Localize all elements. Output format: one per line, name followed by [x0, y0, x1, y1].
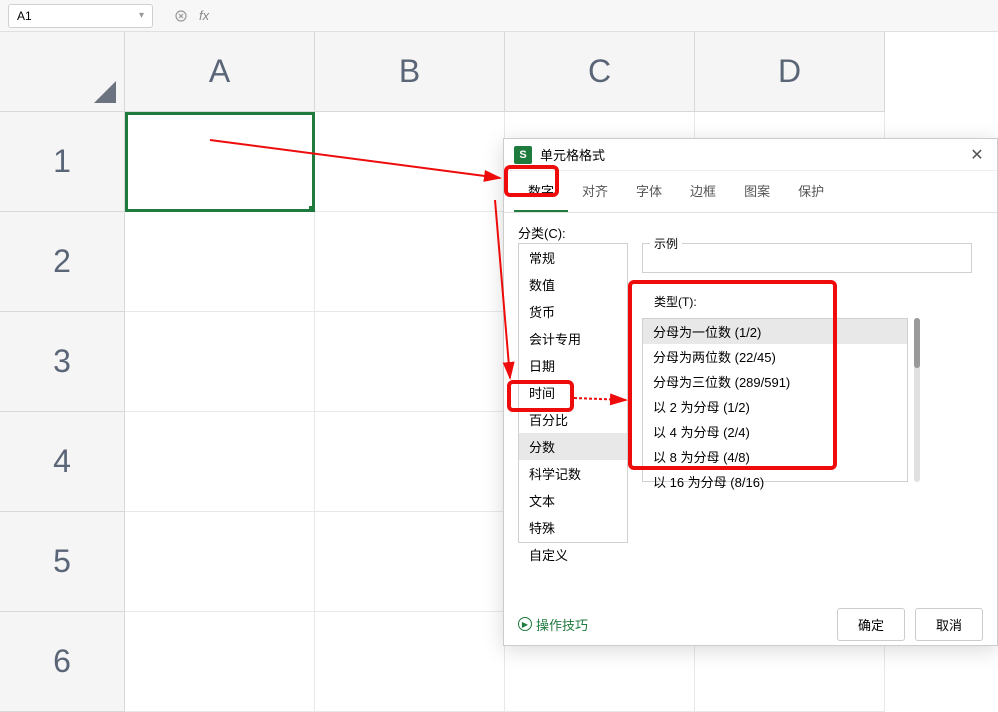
col-header-C[interactable]: C [505, 32, 695, 112]
tab-protect[interactable]: 保护 [784, 171, 838, 212]
row-header-2[interactable]: 2 [0, 212, 125, 312]
category-scientific[interactable]: 科学记数 [519, 460, 627, 487]
type-item[interactable]: 分母为两位数 (22/45) [643, 344, 907, 369]
cell-A6[interactable] [125, 612, 315, 712]
scrollbar-thumb[interactable] [914, 318, 920, 368]
cell-A2[interactable] [125, 212, 315, 312]
tab-pattern[interactable]: 图案 [730, 171, 784, 212]
col-header-A[interactable]: A [125, 32, 315, 112]
col-header-D[interactable]: D [695, 32, 885, 112]
cell-A5[interactable] [125, 512, 315, 612]
dialog-title: 单元格格式 [540, 145, 967, 164]
cell-B6[interactable] [315, 612, 505, 712]
type-item[interactable]: 以 8 为分母 (4/8) [643, 444, 907, 469]
row-header-3[interactable]: 3 [0, 312, 125, 412]
cancel-fx-icon[interactable] [173, 8, 189, 24]
close-icon[interactable]: ✕ [967, 145, 987, 165]
type-list[interactable]: 分母为一位数 (1/2) 分母为两位数 (22/45) 分母为三位数 (289/… [642, 318, 908, 482]
formula-bar: A1 ▾ fx [0, 0, 998, 32]
chevron-down-icon: ▾ [139, 10, 144, 21]
dialog-tabs: 数字 对齐 字体 边框 图案 保护 [504, 171, 997, 213]
type-item[interactable]: 以 2 为分母 (1/2) [643, 394, 907, 419]
category-fraction[interactable]: 分数 [519, 433, 627, 460]
category-date[interactable]: 日期 [519, 352, 627, 379]
category-custom[interactable]: 自定义 [519, 541, 627, 568]
ok-button[interactable]: 确定 [837, 608, 905, 641]
tab-alignment[interactable]: 对齐 [568, 171, 622, 212]
sample-label: 示例 [650, 235, 682, 252]
tab-number[interactable]: 数字 [514, 171, 568, 212]
name-box[interactable]: A1 ▾ [8, 4, 153, 28]
category-accounting[interactable]: 会计专用 [519, 325, 627, 352]
category-general[interactable]: 常规 [519, 244, 627, 271]
name-box-value: A1 [17, 9, 32, 23]
cancel-button[interactable]: 取消 [915, 608, 983, 641]
type-scrollbar[interactable] [914, 318, 920, 482]
col-header-B[interactable]: B [315, 32, 505, 112]
tab-border[interactable]: 边框 [676, 171, 730, 212]
type-item[interactable]: 分母为三位数 (289/591) [643, 369, 907, 394]
category-currency[interactable]: 货币 [519, 298, 627, 325]
cell-A3[interactable] [125, 312, 315, 412]
cell-B4[interactable] [315, 412, 505, 512]
cell-B5[interactable] [315, 512, 505, 612]
corner-triangle-icon [94, 81, 116, 103]
app-logo-icon: S [514, 146, 532, 164]
sample-box [642, 243, 972, 273]
category-text[interactable]: 文本 [519, 487, 627, 514]
tips-link[interactable]: ▶ 操作技巧 [518, 615, 588, 634]
row-header-4[interactable]: 4 [0, 412, 125, 512]
category-special[interactable]: 特殊 [519, 514, 627, 541]
row-header-1[interactable]: 1 [0, 112, 125, 212]
category-label: 分类(C): [518, 223, 983, 242]
category-time[interactable]: 时间 [519, 379, 627, 406]
fx-area: fx [173, 8, 209, 24]
row-header-6[interactable]: 6 [0, 612, 125, 712]
cell-A1[interactable] [125, 112, 315, 212]
cell-B1[interactable] [315, 112, 505, 212]
cell-A4[interactable] [125, 412, 315, 512]
fx-label[interactable]: fx [199, 8, 209, 23]
category-list[interactable]: 常规 数值 货币 会计专用 日期 时间 百分比 分数 科学记数 文本 特殊 自定… [518, 243, 628, 543]
type-item[interactable]: 以 16 为分母 (8/16) [643, 469, 907, 494]
category-percentage[interactable]: 百分比 [519, 406, 627, 433]
row-header-5[interactable]: 5 [0, 512, 125, 612]
select-all-corner[interactable] [0, 32, 125, 112]
cell-B2[interactable] [315, 212, 505, 312]
type-label: 类型(T): [650, 293, 701, 310]
cell-format-dialog: S 单元格格式 ✕ 数字 对齐 字体 边框 图案 保护 分类(C): 常规 数值… [503, 138, 998, 646]
cell-B3[interactable] [315, 312, 505, 412]
tab-font[interactable]: 字体 [622, 171, 676, 212]
dialog-titlebar: S 单元格格式 ✕ [504, 139, 997, 171]
type-item[interactable]: 分母为一位数 (1/2) [643, 319, 907, 344]
dialog-footer: ▶ 操作技巧 确定 取消 [504, 603, 997, 645]
play-icon: ▶ [518, 617, 532, 631]
type-item[interactable]: 以 4 为分母 (2/4) [643, 419, 907, 444]
category-number[interactable]: 数值 [519, 271, 627, 298]
tips-label: 操作技巧 [536, 615, 588, 634]
footer-buttons: 确定 取消 [837, 608, 983, 641]
dialog-body: 分类(C): 常规 数值 货币 会计专用 日期 时间 百分比 分数 科学记数 文… [504, 213, 997, 258]
